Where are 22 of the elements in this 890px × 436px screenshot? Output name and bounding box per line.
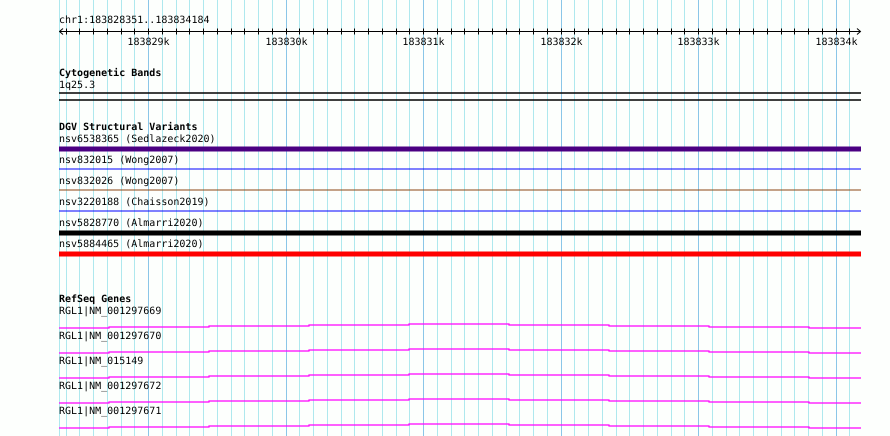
track-title: RefSeq Genes xyxy=(59,294,132,306)
tick-label: 183829k xyxy=(127,37,170,47)
tick-label: 183831k xyxy=(402,37,445,47)
feature-label: RGL1|NM_015149 xyxy=(59,356,144,368)
feature-label: RGL1|NM_001297671 xyxy=(59,406,162,418)
feature-label: nsv5828770 (Almarri2020) xyxy=(59,218,204,230)
feature-label: RGL1|NM_001297670 xyxy=(59,331,162,343)
track-title: DGV Structural Variants xyxy=(59,122,198,134)
feature-label: nsv832015 (Wong2007) xyxy=(59,155,180,167)
feature-label: nsv832026 (Wong2007) xyxy=(59,176,180,188)
feature-label: RGL1|NM_001297672 xyxy=(59,381,162,393)
tick-label: 183830k xyxy=(265,37,308,47)
tick-label: 183832k xyxy=(540,37,583,47)
tick-label: 183834k xyxy=(815,37,858,47)
feature-label: 1q25.3 xyxy=(59,80,96,92)
feature-label: nsv6538365 (Sedlazeck2020) xyxy=(59,134,216,146)
location-label: chr1:183828351..183834184 xyxy=(59,15,210,27)
feature-label: nsv3220188 (Chaisson2019) xyxy=(59,197,210,209)
tick-label: 183833k xyxy=(677,37,720,47)
feature-label: nsv5884465 (Almarri2020) xyxy=(59,239,204,251)
feature-label: RGL1|NM_001297669 xyxy=(59,306,162,318)
track-title: Cytogenetic Bands xyxy=(59,68,162,80)
